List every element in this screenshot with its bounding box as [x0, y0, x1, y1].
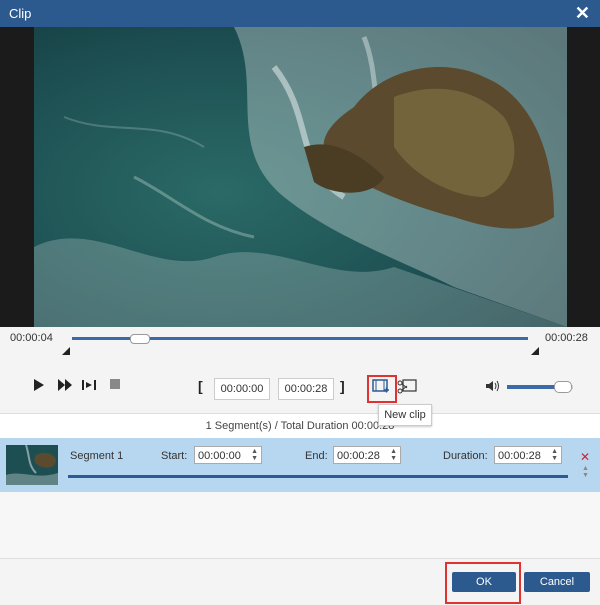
- dialog-footer: OK Cancel: [0, 558, 600, 605]
- new-clip-highlight: [367, 375, 397, 403]
- segment-end-label: End:: [305, 450, 328, 462]
- current-time: 00:00:04: [10, 332, 53, 344]
- new-clip-tooltip: New clip: [378, 404, 432, 426]
- reorder-segment-icon[interactable]: ▲ ▼: [582, 465, 589, 479]
- title-bar: Clip ✕: [0, 0, 600, 27]
- volume-slider[interactable]: [507, 381, 573, 393]
- set-end-icon[interactable]: ]: [340, 378, 345, 394]
- duration-spinner-icon[interactable]: ▲ ▼: [551, 448, 558, 462]
- volume-knob[interactable]: [554, 381, 573, 393]
- fast-forward-icon[interactable]: [58, 379, 72, 391]
- timeline-bar: 00:00:04 00:00:28: [0, 327, 600, 367]
- volume-icon[interactable]: [486, 380, 500, 392]
- segment-thumbnail: [6, 445, 58, 485]
- segment-start-field[interactable]: 00:00:00 ▲ ▼: [194, 446, 262, 464]
- timeline-playhead[interactable]: [130, 334, 150, 344]
- start-marker-icon[interactable]: [62, 347, 70, 355]
- window-title: Clip: [9, 6, 32, 21]
- segment-duration-value: 00:00:28: [498, 450, 541, 462]
- delete-segment-icon[interactable]: ✕: [580, 450, 590, 464]
- split-clip-icon[interactable]: [397, 379, 417, 395]
- end-spinner-icon[interactable]: ▲ ▼: [390, 448, 397, 462]
- segment-end-value: 00:00:28: [337, 450, 380, 462]
- cancel-button[interactable]: Cancel: [524, 572, 590, 592]
- ok-highlight: [445, 562, 521, 604]
- segment-progress-bar: [68, 475, 568, 478]
- start-spinner-icon[interactable]: ▲ ▼: [251, 448, 258, 462]
- stop-icon[interactable]: [110, 379, 120, 389]
- close-icon[interactable]: ✕: [575, 3, 590, 23]
- play-icon[interactable]: [34, 379, 44, 391]
- start-time-field[interactable]: 00:00:00: [214, 378, 270, 400]
- segment-start-label: Start:: [161, 450, 188, 462]
- set-start-icon[interactable]: [: [198, 378, 203, 394]
- segment-start-value: 00:00:00: [198, 450, 241, 462]
- segments-summary: 1 Segment(s) / Total Duration 00:00:28: [205, 420, 395, 432]
- video-frame: [34, 27, 567, 327]
- segment-duration-label: Duration:: [443, 450, 488, 462]
- end-marker-icon[interactable]: [531, 347, 539, 355]
- segment-name: Segment 1: [70, 450, 124, 462]
- video-preview-area: [0, 27, 600, 327]
- segment-row[interactable]: Segment 1 Start: 00:00:00 ▲ ▼ End: 00:00:…: [0, 438, 600, 492]
- total-time: 00:00:28: [545, 332, 588, 344]
- segment-list-empty-area: [0, 492, 600, 558]
- next-frame-icon[interactable]: [82, 379, 96, 391]
- segment-duration-field[interactable]: 00:00:28 ▲ ▼: [494, 446, 562, 464]
- end-time-field[interactable]: 00:00:28: [278, 378, 334, 400]
- playback-controls: [ 00:00:00 00:00:28 ]: [0, 367, 600, 414]
- segment-end-field[interactable]: 00:00:28 ▲ ▼: [333, 446, 401, 464]
